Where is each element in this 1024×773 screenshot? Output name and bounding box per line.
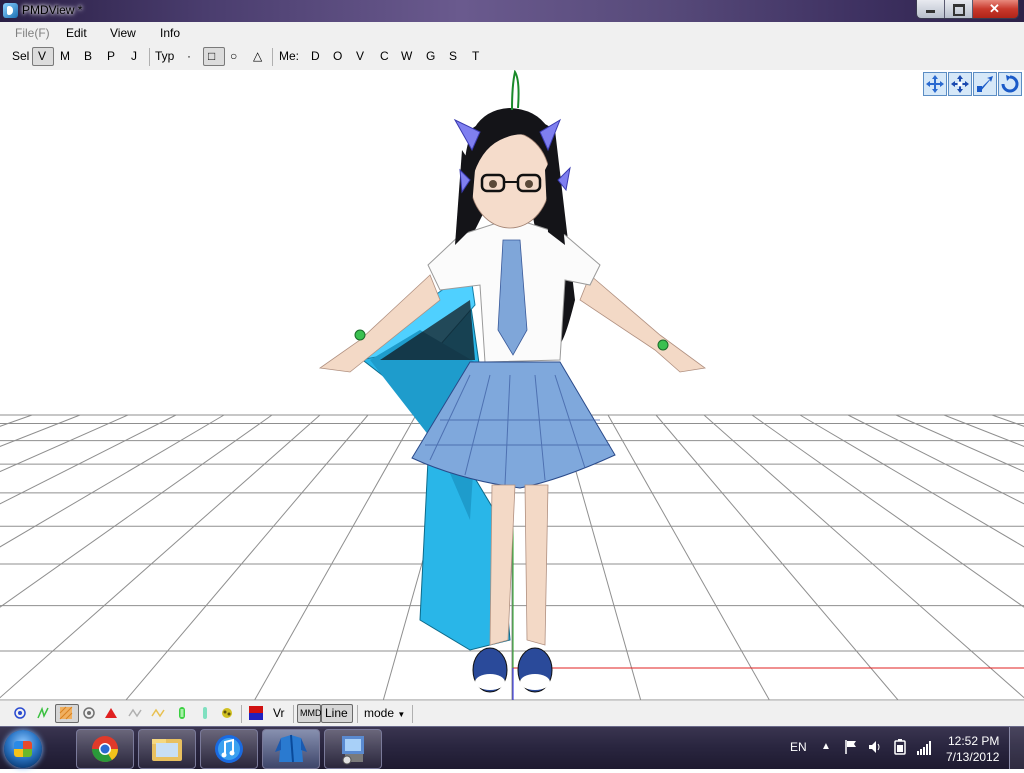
sel-v-label[interactable]: V <box>38 49 46 63</box>
rotate-icon[interactable] <box>998 72 1022 96</box>
sel-label: Sel <box>12 49 30 63</box>
me-t-button[interactable]: T <box>472 49 479 63</box>
ik-icon[interactable] <box>198 706 212 723</box>
3d-viewport[interactable] <box>0 70 1024 700</box>
scene-canvas <box>0 70 1024 700</box>
material-icon[interactable] <box>59 706 73 723</box>
app-icon[interactable] <box>3 3 18 18</box>
show-desktop-button[interactable] <box>1009 727 1024 769</box>
vertex-icon[interactable] <box>13 706 27 723</box>
bottom-toolbar: Vr MMD Line mode ▼ <box>0 700 1024 727</box>
itunes-icon[interactable] <box>200 729 258 769</box>
me-d-button[interactable]: D <box>311 49 320 63</box>
show-hidden-icons[interactable]: ▲ <box>821 741 831 752</box>
typ-point-button[interactable]: · <box>187 49 191 63</box>
mmd-label[interactable]: MMD <box>300 708 322 718</box>
menu-view[interactable]: View <box>110 26 136 40</box>
morph-icon[interactable] <box>128 706 144 723</box>
bottom-divider <box>293 705 294 723</box>
clock-date[interactable]: 7/13/2012 <box>946 750 999 764</box>
view-tools <box>923 72 1022 96</box>
sel-m-button[interactable]: M <box>60 49 70 63</box>
me-w-button[interactable]: W <box>401 49 412 63</box>
toolbar-divider <box>149 48 150 66</box>
action-center-icon[interactable] <box>844 739 858 758</box>
sel-j-button[interactable]: J <box>131 49 137 63</box>
scale-icon[interactable] <box>973 72 997 96</box>
bottom-divider <box>412 705 413 723</box>
sel-p-button[interactable]: P <box>107 49 115 63</box>
menu-bar: File(F) Edit View Info <box>0 22 1024 44</box>
window-title: PMDView * <box>22 3 83 17</box>
me-g-button[interactable]: G <box>426 49 435 63</box>
clock-time[interactable]: 12:52 PM <box>948 734 999 748</box>
start-button[interactable] <box>4 730 42 768</box>
chrome-icon[interactable] <box>76 729 134 769</box>
move-xy-icon[interactable] <box>923 72 947 96</box>
joint-icon[interactable] <box>175 706 189 723</box>
rigid-icon[interactable] <box>82 706 96 723</box>
move-xyz-icon[interactable] <box>948 72 972 96</box>
triangle-icon[interactable] <box>104 706 118 723</box>
installer-icon[interactable] <box>324 729 382 769</box>
title-bar: PMDView * <box>0 0 1024 22</box>
line-label[interactable]: Line <box>325 706 348 720</box>
me-label: Me: <box>279 49 300 63</box>
toolbar: Sel V M B P J Typ · □ ○ △ Me: D O V C W … <box>0 44 1024 71</box>
menu-info[interactable]: Info <box>160 26 180 40</box>
sel-b-button[interactable]: B <box>84 49 92 63</box>
mode-dropdown[interactable]: mode ▼ <box>364 706 405 720</box>
typ-label: Typ <box>155 49 175 63</box>
typ-circle-button[interactable]: ○ <box>230 49 237 63</box>
bone-icon[interactable] <box>36 706 50 723</box>
explorer-icon[interactable] <box>138 729 196 769</box>
window-controls <box>916 0 1019 19</box>
menu-edit[interactable]: Edit <box>66 26 87 40</box>
me-s-button[interactable]: S <box>449 49 457 63</box>
close-button[interactable] <box>973 0 1018 18</box>
mode-label: mode <box>364 706 395 720</box>
chevron-down-icon: ▼ <box>397 710 406 719</box>
maximize-button[interactable] <box>945 0 973 18</box>
vr-button[interactable]: Vr <box>273 706 285 720</box>
taskbar: EN ▲ 12:52 PM 7/13/2012 <box>0 726 1024 769</box>
pmdview-icon[interactable] <box>262 729 320 769</box>
bottom-divider <box>241 705 242 723</box>
volume-icon[interactable] <box>868 740 884 757</box>
me-o-button[interactable]: O <box>333 49 342 63</box>
color-icon[interactable] <box>249 706 263 723</box>
bottom-divider <box>357 705 358 723</box>
network-icon[interactable] <box>916 741 932 758</box>
me-v-button[interactable]: V <box>356 49 364 63</box>
wave-icon[interactable] <box>151 706 167 723</box>
toolbar-divider <box>272 48 273 66</box>
language-indicator[interactable]: EN <box>790 740 807 754</box>
typ-square-label[interactable]: □ <box>208 49 215 63</box>
physics-icon[interactable] <box>220 706 234 723</box>
typ-triangle-button[interactable]: △ <box>253 49 262 63</box>
minimize-button[interactable] <box>917 0 945 18</box>
power-icon[interactable] <box>892 739 908 758</box>
menu-file[interactable]: File(F) <box>15 26 50 40</box>
me-c-button[interactable]: C <box>380 49 389 63</box>
